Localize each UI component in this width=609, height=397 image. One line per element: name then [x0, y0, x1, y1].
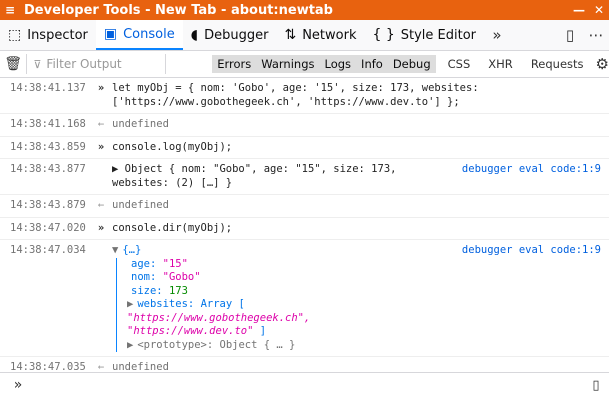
tab-debugger[interactable]: ◖ Debugger	[183, 20, 277, 50]
tab-label: Debugger	[204, 27, 269, 43]
filter-placeholder: Filter Output	[46, 57, 122, 71]
console-input-bar: » ▯	[0, 372, 609, 397]
prompt-chevron-icon: »	[13, 377, 23, 393]
result-arrow-icon: ←	[97, 118, 105, 130]
filter-debug[interactable]: Debug	[387, 55, 436, 73]
console-icon: ▣	[103, 26, 118, 42]
tree-node-websites[interactable]: ▶ websites: Array [	[127, 298, 601, 312]
console-message: 14:38:41.137 » let myObj = { nom: 'Gobo'…	[0, 78, 609, 114]
console-message: 14:38:47.020 » console.dir(myObj);	[0, 218, 609, 240]
timestamp: 14:38:43.879	[10, 199, 86, 211]
console-message: 14:38:41.168 ← undefined	[0, 114, 609, 137]
filter-errors[interactable]: Errors	[212, 55, 257, 73]
tab-network[interactable]: ⇅ Network	[276, 20, 364, 50]
title-bar: ≡ Developer Tools - New Tab - about:newt…	[0, 0, 609, 20]
input-chevron-icon: »	[97, 82, 105, 94]
timestamp: 14:38:41.137	[10, 82, 86, 94]
code-line: console.dir(myObj);	[112, 221, 233, 234]
timestamp: 14:38:47.034	[10, 244, 86, 256]
minimize-icon[interactable]: —	[569, 3, 589, 17]
filter-logs[interactable]: Logs	[319, 55, 357, 73]
code-line: let myObj = { nom: 'Gobo', age: '15', si…	[112, 82, 479, 94]
tab-label: Console	[123, 26, 175, 42]
filter-info[interactable]: Info	[356, 55, 388, 73]
source-location-link[interactable]: debugger eval code:1:9	[462, 163, 601, 177]
split-console-icon[interactable]: ▯	[557, 26, 583, 44]
input-chevron-icon: »	[97, 140, 105, 153]
collapse-triangle-icon[interactable]: ▶	[127, 298, 133, 310]
result-value: undefined	[112, 199, 169, 211]
menu-icon[interactable]: ≡	[0, 3, 20, 17]
timestamp: 14:38:43.859	[10, 140, 86, 153]
filter-bar: 🗑 ⊽ Filter Output Errors Warnings Logs I…	[0, 51, 609, 78]
console-message: 14:38:47.034 ▼ {…} age: "15" nom: "Gobo" …	[0, 240, 609, 357]
filter-css[interactable]: CSS	[442, 55, 477, 73]
console-message: 14:38:43.879 ← undefined	[0, 195, 609, 218]
console-output: 14:38:41.137 » let myObj = { nom: 'Gobo'…	[0, 78, 609, 373]
tree-children: age: "15" nom: "Gobo" size: 173 ▶ website…	[116, 257, 601, 353]
timestamp: 14:38:47.020	[10, 221, 86, 234]
sidebar-toggle-icon[interactable]: ▯	[583, 378, 609, 393]
object-tree: ▼ {…} age: "15" nom: "Gobo" size: 173 ▶ we…	[112, 244, 609, 352]
close-icon[interactable]: ✕	[589, 3, 609, 17]
source-location-link[interactable]: debugger eval code:1:9	[462, 244, 601, 258]
tree-node: age: "15"	[131, 257, 188, 270]
collapse-triangle-icon[interactable]: ▶	[127, 339, 133, 351]
message-body: let myObj = { nom: 'Gobo', age: '15', si…	[112, 82, 609, 109]
input-chevron-icon: »	[97, 221, 105, 234]
tab-inspector[interactable]: ⬚ Inspector	[0, 20, 96, 50]
log-level-filters: Errors Warnings Logs Info Debug	[212, 55, 436, 73]
filter-input[interactable]: ⊽ Filter Output	[26, 54, 167, 74]
console-message: 14:38:43.859 » console.log(myObj);	[0, 137, 609, 159]
filter-xhr[interactable]: XHR	[482, 55, 519, 73]
network-icon: ⇅	[284, 27, 297, 43]
array-item: "https://www.dev.to" ]	[127, 325, 267, 337]
more-options-icon[interactable]: ⋯	[583, 26, 609, 44]
console-settings-icon[interactable]: ⚙	[596, 55, 609, 73]
console-message: 14:38:47.035 ← undefined	[0, 357, 609, 373]
code-line: console.log(myObj);	[112, 140, 233, 153]
window-title: Developer Tools - New Tab - about:newtab	[24, 2, 333, 18]
tab-label: Style Editor	[400, 27, 477, 43]
expand-triangle-icon[interactable]: ▼	[112, 244, 118, 256]
debugger-icon: ◖	[190, 27, 199, 43]
array-item: "https://www.gobothegeek.ch",	[127, 311, 311, 324]
tab-label: Network	[302, 27, 357, 43]
filter-requests[interactable]: Requests	[525, 55, 590, 73]
code-line: ['https://www.gobothegeek.ch', 'https://…	[112, 95, 460, 108]
timestamp: 14:38:41.168	[10, 118, 86, 130]
tabs-overflow-icon[interactable]: »	[484, 26, 510, 44]
devtools-toolbar: ⬚ Inspector ▣ Console ◖ Debugger ⇅ Netwo…	[0, 20, 609, 51]
object-preview-cont: websites: (2) […] }	[112, 176, 233, 189]
style-editor-icon: { }	[372, 27, 395, 43]
inspector-icon: ⬚	[8, 27, 22, 43]
timestamp: 14:38:43.877	[10, 163, 86, 175]
tree-node: size: 173	[131, 284, 188, 297]
tab-style-editor[interactable]: { } Style Editor	[364, 20, 484, 50]
console-message: 14:38:43.877 ▶ Object { nom: "Gobo", age…	[0, 159, 609, 195]
filter-warnings[interactable]: Warnings	[256, 55, 320, 73]
clear-console-icon[interactable]: 🗑	[0, 56, 26, 72]
result-arrow-icon: ←	[97, 199, 105, 211]
tree-node: nom: "Gobo"	[131, 271, 201, 283]
filter-icon: ⊽	[33, 57, 42, 71]
result-value: undefined	[112, 118, 169, 130]
tree-node-prototype[interactable]: ▶ <prototype>: Object { … }	[127, 339, 601, 353]
tab-label: Inspector	[27, 27, 88, 43]
tab-console[interactable]: ▣ Console	[95, 20, 183, 50]
